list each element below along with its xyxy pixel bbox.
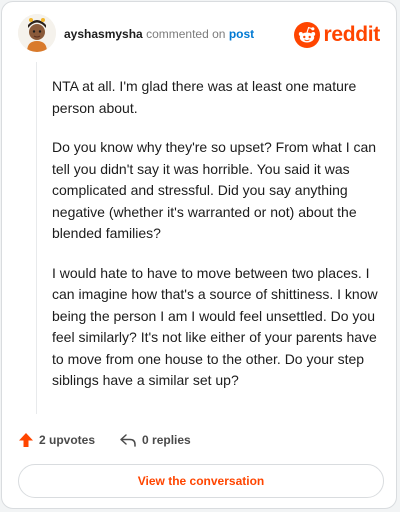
comment-paragraph: Do you know why they're so upset? From w… bbox=[52, 139, 377, 241]
brand-wordmark: reddit bbox=[323, 23, 380, 46]
reddit-logo[interactable]: reddit bbox=[294, 20, 380, 50]
avatar[interactable] bbox=[18, 14, 56, 52]
replies-stat[interactable]: 0 replies bbox=[119, 432, 191, 448]
thread-line bbox=[36, 62, 37, 414]
reply-arrow-icon bbox=[120, 434, 136, 447]
view-conversation-button[interactable]: View the conversation bbox=[18, 464, 384, 498]
upvotes-stat[interactable]: 2 upvotes bbox=[18, 432, 95, 448]
comment-byline: ayshasmysha commented on post bbox=[64, 27, 254, 41]
post-link[interactable]: post bbox=[229, 27, 254, 41]
comment-card: ayshasmysha commented on post reddit NTA… bbox=[1, 1, 397, 509]
comment-body: NTA at all. I'm glad there was at least … bbox=[52, 76, 380, 410]
upvote-arrow-icon bbox=[19, 433, 33, 447]
comment-stats: 2 upvotes 0 replies bbox=[18, 430, 191, 450]
comment-paragraph: I would hate to have to move between two… bbox=[52, 264, 378, 389]
replies-count: 0 replies bbox=[142, 433, 191, 447]
comment-header: ayshasmysha commented on post reddit bbox=[18, 14, 380, 54]
reddit-snoo-icon bbox=[294, 22, 321, 48]
username-link[interactable]: ayshasmysha bbox=[64, 27, 143, 41]
action-text: commented on bbox=[146, 27, 226, 41]
user-avatar-icon bbox=[18, 14, 56, 52]
comment-paragraph: NTA at all. I'm glad there was at least … bbox=[52, 78, 357, 116]
upvotes-count: 2 upvotes bbox=[39, 433, 96, 447]
